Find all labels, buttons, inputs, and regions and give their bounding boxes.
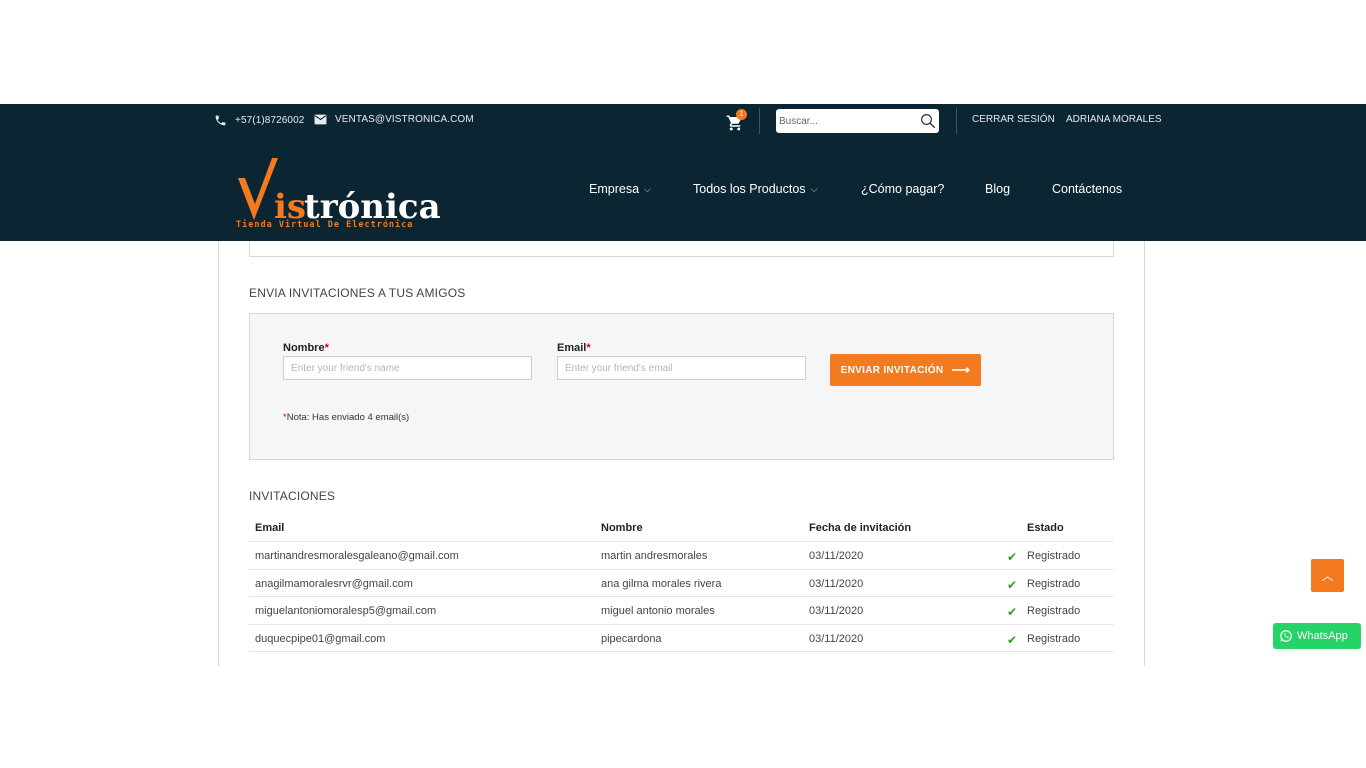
row-email: miguelantoniomoralesp5@gmail.com <box>255 605 437 617</box>
table-row: duquecpipe01@gmail.com pipecardona 03/11… <box>249 625 1114 652</box>
friend-name-input[interactable] <box>283 356 532 380</box>
row-status: Registrado <box>1027 550 1081 562</box>
row-name: ana gilma morales rivera <box>601 577 722 590</box>
search-icon[interactable] <box>919 112 937 130</box>
table-row: martinandresmoralesgaleano@gmail.com mar… <box>249 542 1114 570</box>
row-date: 03/11/2020 <box>809 550 864 562</box>
email-address: VENTAS@VISTRONICA.COM <box>335 114 474 125</box>
sent-count-note: *Nota: Has enviado 4 email(s) <box>283 412 409 423</box>
name-label-text: Nombre <box>283 342 325 354</box>
row-status: Registrado <box>1027 577 1081 590</box>
logout-link[interactable]: CERRAR SESIÓN <box>972 114 1055 125</box>
send-button-label: ENVIAR INVITACIÓN <box>840 364 944 376</box>
nav-contacto-label: Contáctenos <box>1052 182 1123 196</box>
required-mark: * <box>324 342 329 354</box>
email-contact[interactable]: VENTAS@VISTRONICA.COM <box>314 114 474 125</box>
column-header-status: Estado <box>1027 522 1064 534</box>
user-account-link[interactable]: ADRIANA MORALES <box>1066 114 1162 125</box>
whatsapp-label: WhatsApp <box>1297 630 1348 642</box>
email-field-label: Email* <box>557 342 591 354</box>
column-header-name: Nombre <box>601 522 643 534</box>
cart-button[interactable]: 1 <box>726 109 750 134</box>
chevron-down-icon: ⌵ <box>810 183 818 194</box>
row-email: martinandresmoralesgaleano@gmail.com <box>255 550 459 562</box>
row-name: pipecardona <box>601 632 662 645</box>
mail-icon <box>314 114 327 125</box>
nav-pagar-label: ¿Cómo pagar? <box>861 182 945 196</box>
whatsapp-button[interactable]: WhatsApp <box>1273 623 1361 649</box>
phone-contact[interactable]: +57(1)8726002 <box>214 114 304 127</box>
row-name: martin andresmorales <box>601 550 708 562</box>
whatsapp-icon <box>1280 630 1292 642</box>
scroll-to-top-button[interactable]: ︿ <box>1311 559 1344 592</box>
table-row: anagilmamoralesrvr@gmail.com ana gilma m… <box>249 570 1114 597</box>
site-logo[interactable]: is trónica Tienda Virtual De Electrónica <box>232 154 442 232</box>
phone-number: +57(1)8726002 <box>235 115 305 126</box>
table-header-row: Email Nombre Fecha de invitación Estado <box>249 514 1114 542</box>
nav-empresa[interactable]: Empresa ⌵ <box>589 182 651 196</box>
check-icon: ✔ <box>1007 632 1018 647</box>
name-field-label: Nombre* <box>283 342 329 354</box>
invitations-section-title: INVITACIONES <box>249 489 336 503</box>
arrow-right-icon: ⟶ <box>951 362 971 377</box>
nav-como-pagar[interactable]: ¿Cómo pagar? <box>861 182 944 196</box>
invite-form: Nombre* Email* ENVIAR INVITACIÓN ⟶ *Nota… <box>249 313 1114 460</box>
cart-count-badge: 1 <box>736 109 747 120</box>
nav-productos-label: Todos los Productos <box>693 182 806 196</box>
check-icon: ✔ <box>1007 577 1018 592</box>
divider <box>956 108 957 134</box>
nav-empresa-label: Empresa <box>589 182 640 196</box>
column-header-date: Fecha de invitación <box>809 522 912 534</box>
top-bar: +57(1)8726002 VENTAS@VISTRONICA.COM 1 CE… <box>0 104 1366 138</box>
column-header-email: Email <box>255 522 285 534</box>
table-row: miguelantoniomoralesp5@gmail.com miguel … <box>249 597 1114 625</box>
row-date: 03/11/2020 <box>809 577 864 590</box>
search-box <box>776 109 939 133</box>
nav-todos-productos[interactable]: Todos los Productos ⌵ <box>693 182 817 196</box>
invitations-table: Email Nombre Fecha de invitación Estado … <box>249 514 1114 652</box>
phone-icon <box>215 115 226 126</box>
search-input[interactable] <box>776 109 916 133</box>
row-status: Registrado <box>1027 605 1081 617</box>
email-label-text: Email <box>557 342 587 354</box>
row-date: 03/11/2020 <box>809 632 864 645</box>
note-text: Nota: Has enviado 4 email(s) <box>286 412 410 423</box>
nav-blog[interactable]: Blog <box>985 182 1010 196</box>
divider <box>759 108 760 134</box>
row-status: Registrado <box>1027 632 1081 645</box>
required-mark: * <box>586 342 591 354</box>
logo-tagline: Tienda Virtual De Electrónica <box>236 220 414 230</box>
check-icon: ✔ <box>1007 605 1018 619</box>
site-header: +57(1)8726002 VENTAS@VISTRONICA.COM 1 CE… <box>0 104 1366 241</box>
row-email: anagilmamoralesrvr@gmail.com <box>255 577 413 590</box>
friend-email-input[interactable] <box>557 356 806 380</box>
nav-contactenos[interactable]: Contáctenos <box>1052 182 1122 196</box>
row-date: 03/11/2020 <box>809 605 864 617</box>
nav-blog-label: Blog <box>985 182 1011 196</box>
previous-section-box <box>249 241 1114 257</box>
row-email: duquecpipe01@gmail.com <box>255 632 386 645</box>
chevron-down-icon: ⌵ <box>644 183 651 194</box>
check-icon: ✔ <box>1007 550 1018 564</box>
send-invitation-button[interactable]: ENVIAR INVITACIÓN ⟶ <box>830 354 981 386</box>
chevron-up-icon: ︿ <box>1321 569 1334 583</box>
row-name: miguel antonio morales <box>601 605 715 617</box>
invite-section-title: ENVIA INVITACIONES A TUS AMIGOS <box>249 286 466 300</box>
